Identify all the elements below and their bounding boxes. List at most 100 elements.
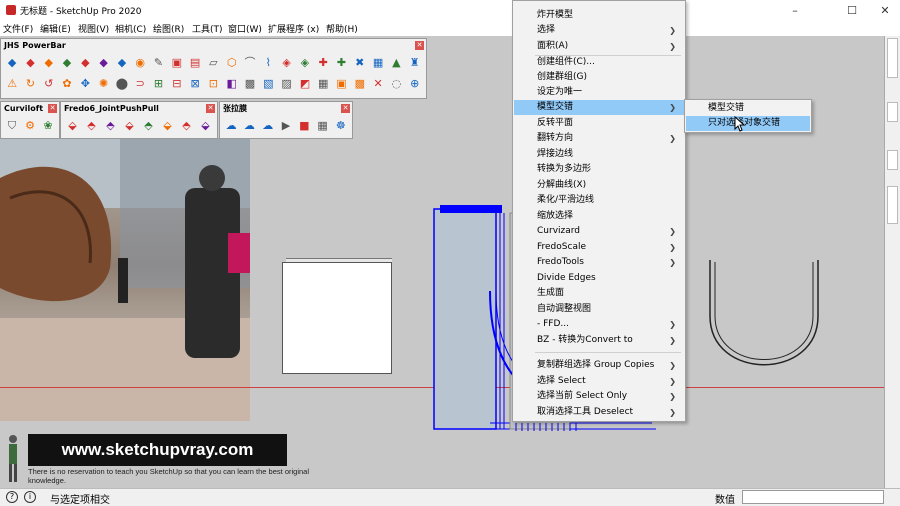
tray-tab-styles[interactable] <box>887 102 898 122</box>
menu-tools[interactable]: 工具(T) <box>192 22 223 35</box>
tool-icon[interactable]: ▣ <box>169 54 185 71</box>
sub-intersect-model[interactable]: 模型交错 <box>686 101 810 116</box>
tool-icon[interactable]: ⬤ <box>114 75 130 92</box>
tool-icon[interactable]: ⬙ <box>121 117 138 134</box>
ctx-make-component[interactable]: 创建组件(C)... <box>514 55 684 70</box>
ctx-bz-convert[interactable]: BZ - 转换为Convert to ❯ <box>514 333 684 348</box>
menu-help[interactable]: 帮助(H) <box>326 22 358 35</box>
tool-icon[interactable]: ☁ <box>223 117 239 134</box>
tool-icon[interactable]: ◆ <box>41 54 57 71</box>
close-icon[interactable]: ✕ <box>415 41 424 50</box>
tool-icon[interactable]: ▦ <box>370 54 386 71</box>
tool-icon[interactable]: ◆ <box>114 54 130 71</box>
tray-tab-manage[interactable] <box>887 186 898 224</box>
tool-icon[interactable]: ♜ <box>407 54 423 71</box>
ctx-flip-along[interactable]: 翻转方向 ❯ <box>514 131 684 146</box>
tool-icon[interactable]: ▩ <box>352 75 368 92</box>
tool-icon[interactable]: ◉ <box>132 54 148 71</box>
tool-icon[interactable]: ⊠ <box>187 75 203 92</box>
tool-icon[interactable]: ▨ <box>278 75 294 92</box>
tool-icon[interactable]: ⊃ <box>132 75 148 92</box>
tool-icon[interactable]: ⬘ <box>102 117 119 134</box>
tool-icon[interactable]: ⬘ <box>178 117 195 134</box>
maximize-button[interactable]: ☐ <box>837 0 867 21</box>
ctx-ffd[interactable]: - FFD... ❯ <box>514 317 684 332</box>
ctx-deselect[interactable]: 取消选择工具 Deselect ❯ <box>514 405 684 420</box>
sub-intersect-selected[interactable]: 只对选择对象交错 <box>686 116 810 131</box>
ctx-group-copies[interactable]: 复制群组选择 Group Copies ❯ <box>514 358 684 373</box>
white-box-model[interactable] <box>282 262 392 374</box>
tool-icon[interactable]: ▦ <box>315 75 331 92</box>
geo-location-icon[interactable]: ? <box>6 491 18 503</box>
tool-icon[interactable]: ⬙ <box>64 117 81 134</box>
ctx-explode-model[interactable]: 炸开模型 <box>514 8 684 23</box>
play-icon[interactable]: ▶ <box>278 117 294 134</box>
tool-icon[interactable]: ▧ <box>260 75 276 92</box>
info-icon[interactable]: i <box>24 491 36 503</box>
tool-icon[interactable]: ◩ <box>297 75 313 92</box>
tool-icon[interactable]: ↻ <box>22 75 38 92</box>
tool-icon[interactable]: ◈ <box>278 54 294 71</box>
tool-icon[interactable]: ◆ <box>22 54 38 71</box>
ctx-explode-curve[interactable]: 分解曲线(X) <box>514 178 684 193</box>
ctx-area[interactable]: 面积(A) ❯ <box>514 39 684 54</box>
ctx-reverse-faces[interactable]: 反转平面 <box>514 116 684 131</box>
tool-icon[interactable]: ⊕ <box>407 75 423 92</box>
tool-icon[interactable]: ⊡ <box>205 75 221 92</box>
ctx-auto-adjust-view[interactable]: 自动调整视图 <box>514 302 684 317</box>
menu-extensions[interactable]: 扩展程序 (x) <box>268 22 319 35</box>
ctx-select-tool[interactable]: 选择 Select ❯ <box>514 374 684 389</box>
ctx-soften-edges[interactable]: 柔化/平滑边线 <box>514 193 684 208</box>
tool-icon[interactable]: ☸ <box>333 117 349 134</box>
tool-icon[interactable]: ✥ <box>77 75 93 92</box>
ctx-make-unique[interactable]: 设定为唯一 <box>514 85 684 100</box>
ctx-select-only[interactable]: 选择当前 Select Only ❯ <box>514 389 684 404</box>
tool-icon[interactable]: ✚ <box>333 54 349 71</box>
tool-icon[interactable]: ⚙ <box>22 117 38 134</box>
ctx-divide-edges[interactable]: Divide Edges <box>514 271 684 286</box>
tool-icon[interactable]: ⛉ <box>4 117 20 134</box>
close-icon[interactable]: ✕ <box>206 104 215 113</box>
tool-icon[interactable]: ⬡ <box>224 54 240 71</box>
tool-icon[interactable]: ◆ <box>77 54 93 71</box>
ctx-weld-edges[interactable]: 焊接边线 <box>514 147 684 162</box>
tool-icon[interactable]: ▩ <box>242 75 258 92</box>
ctx-intersect-faces[interactable]: 模型交错 ❯ <box>514 100 684 115</box>
menu-draw[interactable]: 绘图(R) <box>153 22 184 35</box>
tool-icon[interactable]: ⌇ <box>260 54 276 71</box>
tool-icon[interactable]: ◆ <box>4 54 20 71</box>
tool-icon[interactable]: ✿ <box>59 75 75 92</box>
ctx-curvizard[interactable]: Curvizard ❯ <box>514 224 684 239</box>
tool-icon[interactable]: ◆ <box>59 54 75 71</box>
tool-icon[interactable]: ◧ <box>224 75 240 92</box>
tool-icon[interactable]: ⬘ <box>83 117 100 134</box>
minimize-button[interactable]: – <box>780 0 810 21</box>
menu-file[interactable]: 文件(F) <box>3 22 33 35</box>
tool-icon[interactable]: ⚠ <box>4 75 20 92</box>
tool-icon[interactable]: ⊞ <box>150 75 166 92</box>
ctx-select[interactable]: 选择 ❯ <box>514 23 684 38</box>
tool-icon[interactable]: ⊟ <box>169 75 185 92</box>
tool-icon[interactable]: ✖ <box>352 54 368 71</box>
ctx-convert-polygon[interactable]: 转换为多边形 <box>514 162 684 177</box>
tool-icon[interactable]: ◈ <box>297 54 313 71</box>
ctx-make-group[interactable]: 创建群组(G) <box>514 70 684 85</box>
ctx-fredotools[interactable]: FredoTools ❯ <box>514 255 684 270</box>
tool-icon[interactable]: ↺ <box>41 75 57 92</box>
u-shape-model[interactable] <box>700 256 830 386</box>
menu-view[interactable]: 视图(V) <box>78 22 109 35</box>
stop-icon[interactable]: ■ <box>296 117 312 134</box>
menu-window[interactable]: 窗口(W) <box>228 22 262 35</box>
tool-icon[interactable]: ▱ <box>205 54 221 71</box>
tool-icon[interactable]: ⬙ <box>159 117 176 134</box>
menu-camera[interactable]: 相机(C) <box>115 22 146 35</box>
tool-icon[interactable]: ◆ <box>95 54 111 71</box>
ctx-zoom-selection[interactable]: 缩放选择 <box>514 209 684 224</box>
tool-icon[interactable]: ▦ <box>314 117 330 134</box>
tool-icon[interactable]: ✚ <box>315 54 331 71</box>
menu-edit[interactable]: 编辑(E) <box>40 22 71 35</box>
tool-icon[interactable]: ⬙ <box>197 117 214 134</box>
tray-tab-default[interactable] <box>887 38 898 78</box>
tool-icon[interactable]: ◌ <box>388 75 404 92</box>
tool-icon[interactable]: ❀ <box>40 117 56 134</box>
